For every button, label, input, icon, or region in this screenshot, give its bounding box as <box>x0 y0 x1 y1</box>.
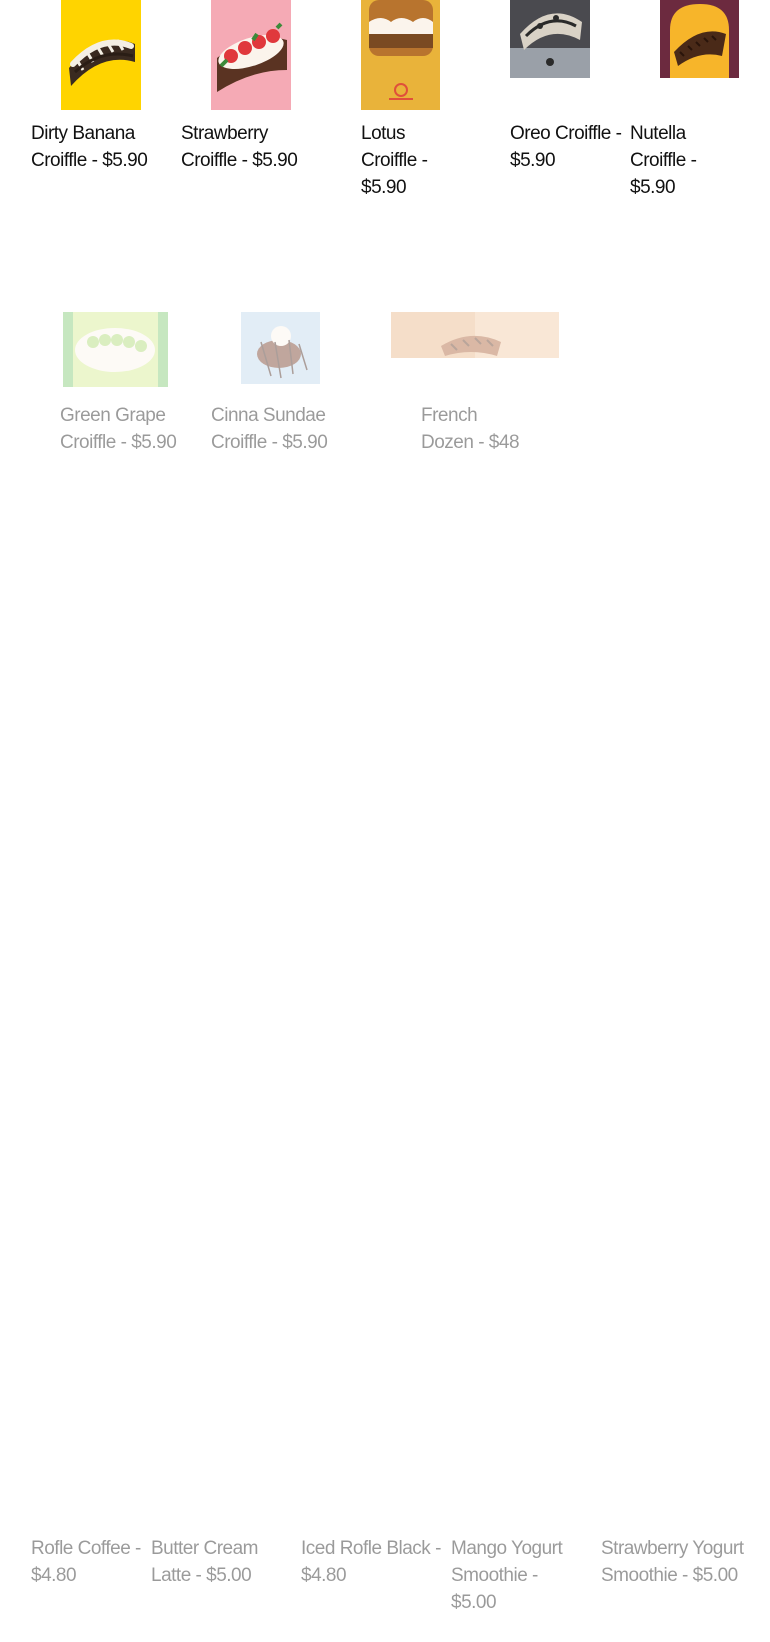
product-card-lotus[interactable]: Lotus Croiffle - $5.90 <box>340 0 490 210</box>
product-label[interactable]: Cinna Sundae Croiffle - $5.90 <box>211 402 351 456</box>
product-card-oreo[interactable]: Oreo Croiffle - $5.90 <box>500 0 622 210</box>
product-image-green-grape[interactable] <box>63 312 168 387</box>
product-label[interactable]: Green Grape Croiffle - $5.90 <box>60 402 200 456</box>
product-label[interactable]: Strawberry Yogurt Smoothie - $5.00 <box>601 1535 751 1589</box>
product-label[interactable]: Mango Yogurt Smoothie - $5.00 <box>451 1535 571 1616</box>
product-label[interactable]: Dirty Banana Croiffle - $5.90 <box>31 120 166 174</box>
product-label[interactable]: Nutella Croiffle - $5.90 <box>630 120 720 201</box>
product-label[interactable]: Butter Cream Latte - $5.00 <box>151 1535 281 1589</box>
product-label[interactable]: Lotus Croiffle - $5.90 <box>361 120 451 201</box>
product-card-dirty-banana[interactable]: Dirty Banana Croiffle - $5.90 <box>0 0 160 210</box>
french-dozen-box-photo <box>391 312 559 358</box>
oreo-croiffle-photo <box>510 0 590 78</box>
product-image-oreo[interactable] <box>510 0 590 78</box>
product-image-strawberry[interactable] <box>211 0 291 110</box>
product-card-french-dozen[interactable]: French Dozen - $48 <box>380 312 570 462</box>
product-image-cinna-sundae[interactable] <box>241 312 320 384</box>
product-label[interactable]: Rofle Coffee - $4.80 <box>31 1535 141 1589</box>
product-label[interactable]: Iced Rofle Black - $4.80 <box>301 1535 441 1589</box>
product-label[interactable]: Strawberry Croiffle - $5.90 <box>181 120 316 174</box>
product-label[interactable]: Oreo Croiffle - $5.90 <box>510 120 622 174</box>
product-card-nutella[interactable]: Nutella Croiffle - $5.90 <box>620 0 770 210</box>
lotus-croiffle-photo <box>361 0 440 110</box>
product-card-cinna-sundae[interactable]: Cinna Sundae Croiffle - $5.90 <box>210 312 360 462</box>
product-label[interactable]: French Dozen - $48 <box>421 402 531 456</box>
product-image-nutella[interactable] <box>660 0 739 78</box>
dirty-banana-croiffle-photo <box>61 0 141 110</box>
cinna-sundae-croiffle-photo <box>241 312 320 384</box>
product-image-french-dozen[interactable] <box>391 312 559 358</box>
green-grape-croiffle-photo <box>63 312 168 387</box>
nutella-croiffle-photo <box>660 0 739 78</box>
product-card-strawberry[interactable]: Strawberry Croiffle - $5.90 <box>170 0 330 210</box>
strawberry-croiffle-photo <box>211 0 291 110</box>
product-image-lotus[interactable] <box>361 0 440 110</box>
product-card-green-grape[interactable]: Green Grape Croiffle - $5.90 <box>60 312 200 462</box>
product-image-dirty-banana[interactable] <box>61 0 141 110</box>
